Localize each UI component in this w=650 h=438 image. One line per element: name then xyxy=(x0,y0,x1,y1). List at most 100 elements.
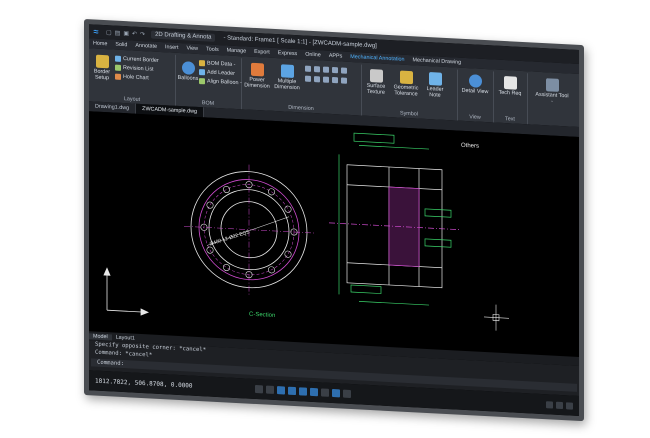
ribbon-tab-solid[interactable]: Solid xyxy=(111,41,131,49)
fullscreen-icon[interactable] xyxy=(566,401,573,410)
lineweight-toggle-icon[interactable] xyxy=(321,388,329,397)
leader-note-label: Leader Note xyxy=(426,85,444,99)
power-dimension-button[interactable]: Power Dimension xyxy=(243,62,271,90)
bom-group: Balloons BOM Data - Add Leader Align Bal… xyxy=(175,54,242,110)
geometric-tolerance-label: Geometric Tolerance xyxy=(393,84,419,98)
current-border-label: Current Border xyxy=(123,56,159,64)
diameter-annotation: Ø400 12-Ø22 EQS xyxy=(209,229,251,247)
current-border-button[interactable]: Current Border xyxy=(115,55,159,64)
hole-chart-icon xyxy=(115,73,121,80)
multiple-dimension-label: Multiple Dimension xyxy=(274,78,300,92)
others-label: Others xyxy=(461,143,479,150)
symbol-group: Surface Texture Geometric Tolerance Lead… xyxy=(361,64,458,121)
multiple-dimension-icon xyxy=(280,64,294,78)
diameter-dim-icon[interactable] xyxy=(332,66,338,74)
assistant-tool-icon xyxy=(545,78,559,92)
layout-group: Border Setup Current Border Revision Lis… xyxy=(89,50,176,106)
ucs-icon xyxy=(103,267,150,316)
balloons-button[interactable]: Balloons xyxy=(177,61,199,82)
bom-data-button[interactable]: BOM Data - xyxy=(199,60,235,68)
monitor-bezel: ≈ ▢ ▤ ▣ ↶ ↷ 2D Drafting & Annota - Stand… xyxy=(84,19,584,422)
assistant-tool-label: Assistant Tool - xyxy=(535,91,569,105)
selection-cycling-icon[interactable] xyxy=(343,389,351,398)
current-border-icon xyxy=(115,55,121,62)
ribbon-tab-express[interactable]: Express xyxy=(274,50,301,57)
baseline-dim-icon[interactable] xyxy=(305,75,311,82)
workspace-switch-icon[interactable] xyxy=(556,401,563,409)
cad-drawing: Ø400 12-Ø22 EQS C-Section Others xyxy=(103,132,509,331)
ribbon-tab-online[interactable]: Online xyxy=(301,51,325,59)
polar-toggle-icon[interactable] xyxy=(288,386,296,396)
dyn-input-toggle-icon[interactable] xyxy=(332,388,340,398)
geometric-tolerance-icon xyxy=(399,70,413,85)
grid-toggle-icon[interactable] xyxy=(266,385,274,394)
add-leader-button[interactable]: Add Leader xyxy=(199,69,235,77)
drawing-canvas[interactable]: Ø400 12-Ø22 EQS C-Section Others xyxy=(89,111,579,357)
ribbon-tab-apps[interactable]: APPs xyxy=(325,53,346,60)
border-setup-icon xyxy=(95,54,109,69)
ribbon-tab-manage[interactable]: Manage xyxy=(223,47,250,54)
aligned-dim-icon[interactable] xyxy=(314,66,320,73)
align-balloon-icon xyxy=(199,78,205,85)
app-logo-icon[interactable]: ≈ xyxy=(89,24,103,39)
bom-data-icon xyxy=(199,60,205,67)
ribbon-tab-tools[interactable]: Tools xyxy=(202,46,223,53)
bolt-hole xyxy=(223,263,231,271)
tech-req-icon xyxy=(503,75,517,90)
linear-dim-icon[interactable] xyxy=(305,65,311,72)
balloons-label: Balloons xyxy=(177,74,199,82)
multiple-dimension-button[interactable]: Multiple Dimension xyxy=(273,64,301,91)
ordinate-dim-icon[interactable] xyxy=(323,76,329,83)
dimension-group: Power Dimension Multiple Dimension Dimen… xyxy=(241,58,362,116)
ribbon-tab-insert[interactable]: Insert xyxy=(161,44,182,51)
tech-req-label: Tech Req xyxy=(498,89,522,97)
status-right-tools xyxy=(546,400,579,410)
revision-list-button[interactable]: Revision List xyxy=(115,64,154,73)
undo-icon[interactable]: ↶ xyxy=(132,30,137,37)
ribbon-tab-annotate[interactable]: Annotate xyxy=(131,42,161,50)
snap-toggle-icon[interactable] xyxy=(255,384,263,394)
ribbon-tab-home[interactable]: Home xyxy=(89,40,111,47)
revision-list-icon xyxy=(115,64,121,71)
layout-tab-model[interactable]: Model xyxy=(89,332,112,340)
ribbon-tab-export[interactable]: Export xyxy=(250,49,274,56)
detail-view-icon xyxy=(468,74,482,88)
border-setup-button[interactable]: Border Setup xyxy=(91,54,113,81)
dimension-tools-row-1 xyxy=(305,65,347,74)
ortho-toggle-icon[interactable] xyxy=(277,386,285,395)
crosshair-cursor xyxy=(484,304,509,331)
tech-req-button[interactable]: Tech Req xyxy=(497,75,523,97)
detail-view-button[interactable]: Detail View xyxy=(461,74,489,95)
surface-texture-button[interactable]: Surface Texture xyxy=(363,68,389,96)
align-balloon-button[interactable]: Align Balloon - xyxy=(199,78,242,86)
arc-dim-icon[interactable] xyxy=(332,76,338,84)
save-icon[interactable]: ▣ xyxy=(123,30,129,37)
surface-texture-label: Surface Texture xyxy=(366,82,386,96)
leader-note-button[interactable]: Leader Note xyxy=(423,72,447,99)
bolt-hole xyxy=(284,205,292,213)
workspace-selector[interactable]: 2D Drafting & Annota xyxy=(151,30,216,42)
continue-dim-icon[interactable] xyxy=(314,76,320,83)
otrack-toggle-icon[interactable] xyxy=(310,387,318,397)
power-dimension-label: Power Dimension xyxy=(244,76,270,90)
ribbon-tab-view[interactable]: View xyxy=(182,45,202,52)
border-setup-label: Border Setup xyxy=(93,68,111,82)
open-file-icon[interactable]: ▤ xyxy=(115,29,121,36)
layout-tab-layout1[interactable]: Layout1 xyxy=(112,334,139,341)
leader-note-icon xyxy=(428,72,442,86)
geometric-tolerance-button[interactable]: Geometric Tolerance xyxy=(391,70,421,98)
chamfer-dim-icon[interactable] xyxy=(341,77,347,84)
radius-dim-icon[interactable] xyxy=(323,66,329,73)
align-balloon-label: Align Balloon - xyxy=(207,78,242,87)
redo-icon[interactable]: ↷ xyxy=(140,30,145,37)
coordinate-readout: 1812.7822, 506.8708, 0.0000 xyxy=(95,377,193,390)
text-group: Tech Req Text xyxy=(493,71,528,125)
osnap-toggle-icon[interactable] xyxy=(299,387,307,396)
assistant-tool-button[interactable]: Assistant Tool - xyxy=(535,78,569,106)
circular-flange-view xyxy=(184,164,314,295)
angular-dim-icon[interactable] xyxy=(341,67,347,74)
new-file-icon[interactable]: ▢ xyxy=(106,29,112,36)
hole-chart-button[interactable]: Hole Chart xyxy=(115,73,149,82)
annotation-scale-icon[interactable] xyxy=(546,400,553,409)
hole-chart-label: Hole Chart xyxy=(123,74,149,82)
